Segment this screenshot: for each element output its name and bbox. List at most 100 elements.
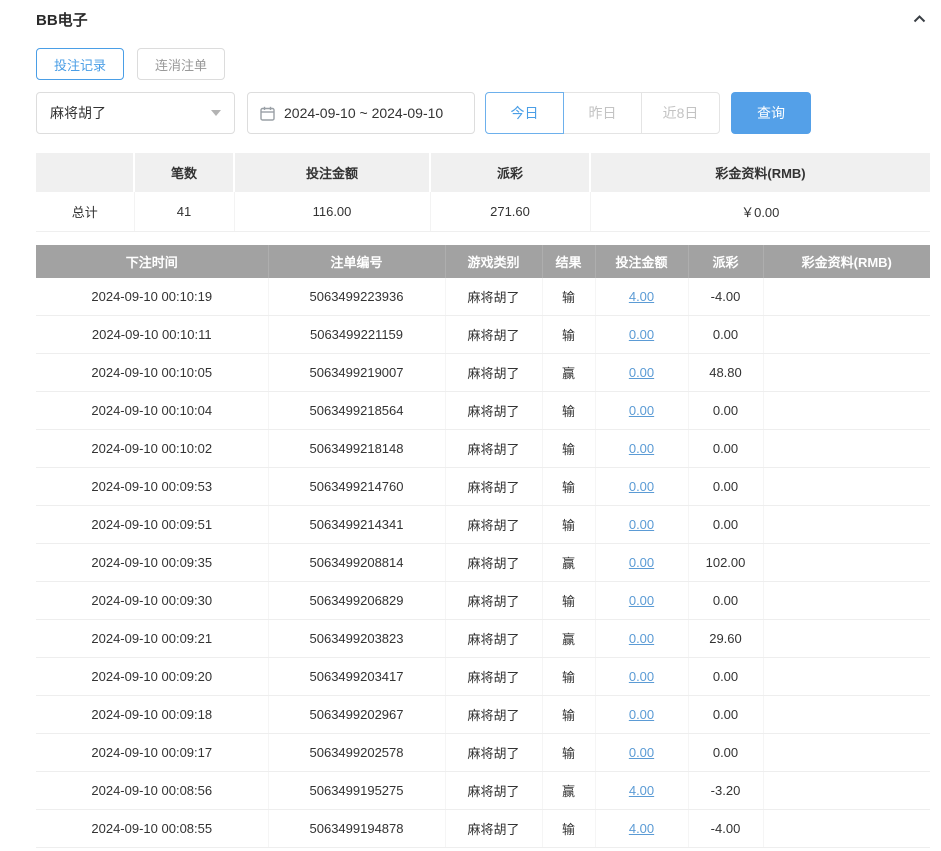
bet-time-cell: 2024-09-10 00:09:21	[36, 620, 268, 658]
quick-range-last8days[interactable]: 近8日	[641, 92, 720, 134]
bet-amount-link[interactable]: 0.00	[629, 707, 654, 722]
result-cell: 输	[542, 696, 595, 734]
bonus-cell	[763, 658, 930, 696]
tab-cancelled-orders[interactable]: 连消注单	[137, 48, 225, 80]
payout-cell: 0.00	[688, 468, 763, 506]
bet-time-cell: 2024-09-10 00:09:53	[36, 468, 268, 506]
payout-cell: 0.00	[688, 392, 763, 430]
result-cell: 输	[542, 582, 595, 620]
bet-time-cell: 2024-09-10 00:10:19	[36, 278, 268, 316]
summary-total-label: 总计	[36, 192, 134, 231]
summary-total-bonus: ￥0.00	[590, 192, 930, 231]
order-id-cell: 5063499208814	[268, 544, 445, 582]
bet-amount-link[interactable]: 0.00	[629, 517, 654, 532]
payout-cell: 0.00	[688, 696, 763, 734]
summary-header-bet-amount: 投注金额	[234, 153, 430, 192]
calendar-icon	[260, 106, 275, 121]
bet-time-cell: 2024-09-10 00:09:51	[36, 506, 268, 544]
table-row: 2024-09-10 00:08:55 5063499194878 麻将胡了 输…	[36, 810, 930, 848]
bet-amount-link[interactable]: 0.00	[629, 365, 654, 380]
quick-range-today[interactable]: 今日	[485, 92, 564, 134]
bet-amount-link[interactable]: 0.00	[629, 745, 654, 760]
summary-table: 笔数 投注金额 派彩 彩金资料(RMB) 总计 41 116.00 271.60…	[36, 153, 930, 232]
result-cell: 输	[542, 810, 595, 848]
table-row: 2024-09-10 00:09:51 5063499214341 麻将胡了 输…	[36, 506, 930, 544]
payout-cell: 0.00	[688, 734, 763, 772]
bet-amount-cell: 0.00	[595, 430, 688, 468]
bet-time-cell: 2024-09-10 00:10:04	[36, 392, 268, 430]
quick-range-yesterday[interactable]: 昨日	[563, 92, 642, 134]
result-cell: 赢	[542, 772, 595, 810]
payout-cell: 0.00	[688, 658, 763, 696]
bet-amount-cell: 0.00	[595, 316, 688, 354]
result-cell: 输	[542, 316, 595, 354]
tab-bet-records[interactable]: 投注记录	[36, 48, 124, 80]
search-button[interactable]: 查询	[731, 92, 811, 134]
chevron-up-icon	[911, 15, 928, 30]
bonus-cell	[763, 772, 930, 810]
bet-amount-cell: 4.00	[595, 810, 688, 848]
date-range-input[interactable]: 2024-09-10 ~ 2024-09-10	[247, 92, 475, 134]
summary-header-bonus: 彩金资料(RMB)	[590, 153, 930, 192]
bet-amount-link[interactable]: 4.00	[629, 289, 654, 304]
bet-time-cell: 2024-09-10 00:08:56	[36, 772, 268, 810]
table-row: 2024-09-10 00:09:18 5063499202967 麻将胡了 输…	[36, 696, 930, 734]
bet-amount-cell: 0.00	[595, 468, 688, 506]
order-id-cell: 5063499202578	[268, 734, 445, 772]
table-row: 2024-09-10 00:10:04 5063499218564 麻将胡了 输…	[36, 392, 930, 430]
order-id-cell: 5063499194878	[268, 810, 445, 848]
bet-time-cell: 2024-09-10 00:09:20	[36, 658, 268, 696]
records-table-body: 2024-09-10 00:10:19 5063499223936 麻将胡了 输…	[36, 278, 930, 848]
bet-amount-cell: 0.00	[595, 658, 688, 696]
game-type-cell: 麻将胡了	[445, 544, 542, 582]
payout-cell: 0.00	[688, 316, 763, 354]
payout-cell: 48.80	[688, 354, 763, 392]
summary-header-row: 笔数 投注金额 派彩 彩金资料(RMB)	[36, 153, 930, 192]
bonus-cell	[763, 316, 930, 354]
records-header-game-type: 游戏类别	[445, 245, 542, 278]
bet-time-cell: 2024-09-10 00:10:02	[36, 430, 268, 468]
bet-time-cell: 2024-09-10 00:10:11	[36, 316, 268, 354]
game-type-cell: 麻将胡了	[445, 734, 542, 772]
bonus-cell	[763, 734, 930, 772]
bet-amount-link[interactable]: 0.00	[629, 631, 654, 646]
bet-amount-cell: 0.00	[595, 544, 688, 582]
order-id-cell: 5063499214341	[268, 506, 445, 544]
bet-amount-link[interactable]: 0.00	[629, 327, 654, 342]
collapse-panel-button[interactable]	[909, 9, 930, 29]
result-cell: 赢	[542, 620, 595, 658]
bet-amount-link[interactable]: 0.00	[629, 669, 654, 684]
order-id-cell: 5063499219007	[268, 354, 445, 392]
records-header-bonus: 彩金资料(RMB)	[763, 245, 930, 278]
bet-amount-link[interactable]: 0.00	[629, 593, 654, 608]
bet-amount-link[interactable]: 0.00	[629, 479, 654, 494]
bonus-cell	[763, 278, 930, 316]
bonus-cell	[763, 620, 930, 658]
order-id-cell: 5063499221159	[268, 316, 445, 354]
bet-time-cell: 2024-09-10 00:09:17	[36, 734, 268, 772]
bet-amount-link[interactable]: 0.00	[629, 403, 654, 418]
result-cell: 输	[542, 430, 595, 468]
order-id-cell: 5063499195275	[268, 772, 445, 810]
game-type-cell: 麻将胡了	[445, 772, 542, 810]
bet-amount-link[interactable]: 4.00	[629, 783, 654, 798]
payout-cell: 102.00	[688, 544, 763, 582]
table-row: 2024-09-10 00:09:20 5063499203417 麻将胡了 输…	[36, 658, 930, 696]
bet-amount-link[interactable]: 4.00	[629, 821, 654, 836]
summary-header-count: 笔数	[134, 153, 234, 192]
game-select[interactable]: 麻将胡了	[36, 92, 235, 134]
bet-amount-cell: 0.00	[595, 582, 688, 620]
table-row: 2024-09-10 00:08:56 5063499195275 麻将胡了 赢…	[36, 772, 930, 810]
payout-cell: 29.60	[688, 620, 763, 658]
bet-amount-link[interactable]: 0.00	[629, 555, 654, 570]
bet-records-panel: BB电子 投注记录 连消注单 麻将胡了 2024-09-	[0, 0, 941, 848]
summary-header-payout: 派彩	[430, 153, 590, 192]
bonus-cell	[763, 582, 930, 620]
bonus-cell	[763, 354, 930, 392]
payout-cell: 0.00	[688, 430, 763, 468]
table-row: 2024-09-10 00:10:02 5063499218148 麻将胡了 输…	[36, 430, 930, 468]
quick-range-group: 今日 昨日 近8日	[485, 92, 720, 134]
game-select-value: 麻将胡了	[50, 103, 106, 123]
records-header-time: 下注时间	[36, 245, 268, 278]
bet-amount-link[interactable]: 0.00	[629, 441, 654, 456]
